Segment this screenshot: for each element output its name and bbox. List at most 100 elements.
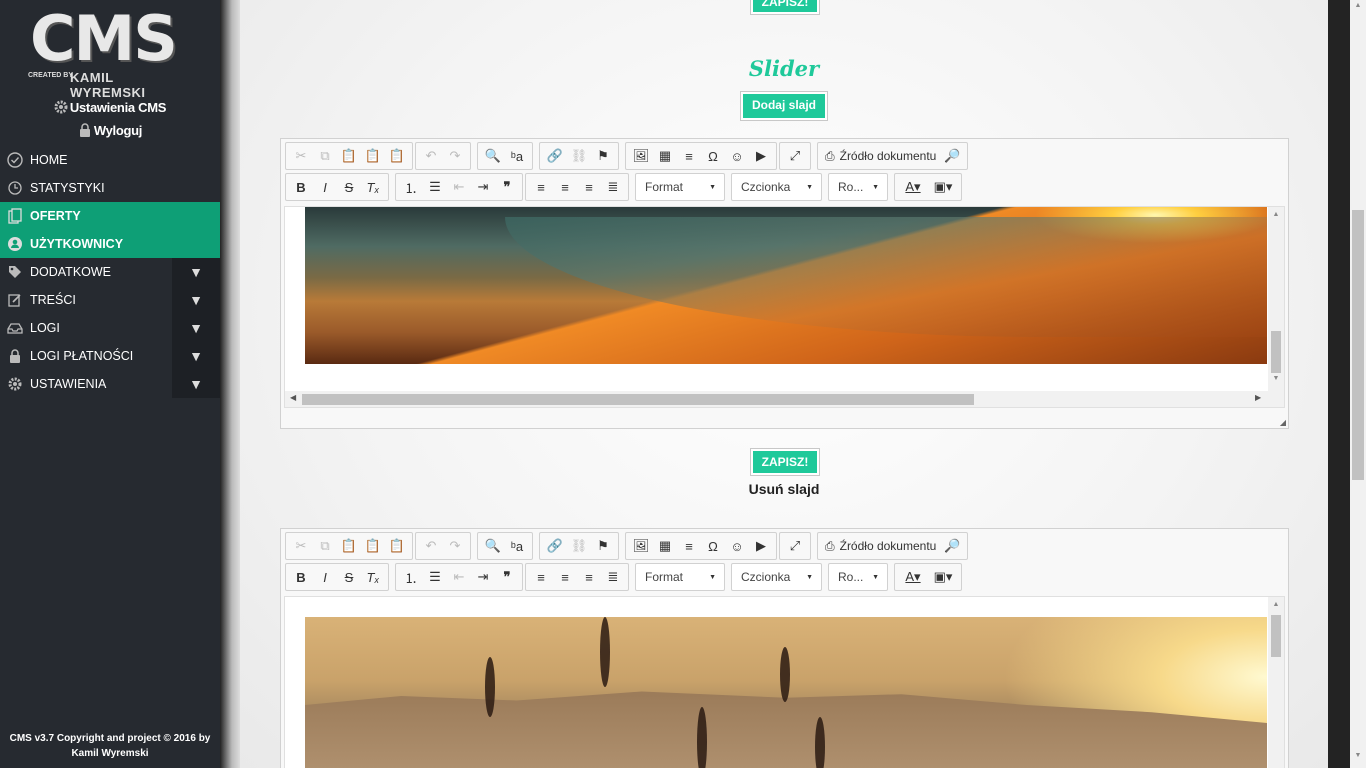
replace-icon[interactable]: ᵇa bbox=[505, 535, 529, 557]
unlink-icon[interactable]: ⛓ bbox=[567, 145, 591, 167]
chevron-down-icon[interactable]: ▼ bbox=[172, 314, 220, 342]
align-center-icon[interactable]: ≡ bbox=[553, 176, 577, 198]
numbered-list-icon[interactable]: ⒈ bbox=[399, 566, 423, 588]
cms-settings-link[interactable]: Ustawienia CMS bbox=[0, 100, 220, 115]
copy-icon[interactable]: ⧉ bbox=[313, 535, 337, 557]
bulleted-list-icon[interactable]: ☰ bbox=[423, 176, 447, 198]
menu-item-home[interactable]: HOME bbox=[0, 146, 220, 174]
editor-horizontal-scrollbar[interactable]: ◀ ▶ bbox=[285, 391, 1284, 407]
special-char-icon[interactable]: Ω bbox=[701, 535, 725, 557]
editor-vertical-scrollbar[interactable]: ▲ bbox=[1268, 597, 1284, 768]
replace-icon[interactable]: ᵇa bbox=[505, 145, 529, 167]
remove-slide-link[interactable]: Usuń slajd bbox=[240, 481, 1328, 497]
background-color-icon[interactable]: ▣▾ bbox=[928, 176, 958, 198]
editor-content-area[interactable]: ▲ bbox=[284, 596, 1285, 768]
resize-handle-icon[interactable]: ◢ bbox=[1280, 418, 1286, 427]
page-scrollbar[interactable]: ▲ ▼ bbox=[1350, 0, 1366, 768]
font-select[interactable]: Czcionka ▼ bbox=[731, 173, 822, 201]
scroll-thumb[interactable] bbox=[1271, 331, 1281, 373]
scroll-thumb[interactable] bbox=[1271, 615, 1281, 657]
align-right-icon[interactable]: ≡ bbox=[577, 176, 601, 198]
scroll-up-icon[interactable]: ▲ bbox=[1268, 601, 1284, 608]
link-icon[interactable]: 🔗 bbox=[543, 145, 567, 167]
italic-icon[interactable]: I bbox=[313, 566, 337, 588]
scroll-up-icon[interactable]: ▲ bbox=[1268, 211, 1284, 218]
blockquote-icon[interactable]: ❞ bbox=[495, 176, 519, 198]
align-right-icon[interactable]: ≡ bbox=[577, 566, 601, 588]
strike-icon[interactable]: S bbox=[337, 566, 361, 588]
cms-logo[interactable]: CMS CREATED BY KAMIL WYREMSKI bbox=[28, 2, 192, 100]
logout-link[interactable]: Wyloguj bbox=[0, 123, 220, 138]
redo-icon[interactable]: ↷ bbox=[443, 535, 467, 557]
size-select[interactable]: Ro... ▼ bbox=[828, 173, 888, 201]
source-button[interactable]: ⎙ Źródło dokumentu bbox=[821, 145, 940, 167]
menu-item-tresci[interactable]: TREŚCI ▼ bbox=[0, 286, 220, 314]
align-left-icon[interactable]: ≡ bbox=[529, 566, 553, 588]
format-select[interactable]: Format ▼ bbox=[635, 173, 725, 201]
table-icon[interactable]: ▦ bbox=[653, 145, 677, 167]
scroll-down-icon[interactable]: ▼ bbox=[1268, 375, 1284, 382]
menu-item-logi-platnosci[interactable]: LOGI PŁATNOŚCI ▼ bbox=[0, 342, 220, 370]
indent-icon[interactable]: ⇥ bbox=[471, 566, 495, 588]
bulleted-list-icon[interactable]: ☰ bbox=[423, 566, 447, 588]
outdent-icon[interactable]: ⇤ bbox=[447, 176, 471, 198]
search-icon[interactable]: 🔍 bbox=[481, 535, 505, 557]
remove-format-icon[interactable]: Tₓ bbox=[361, 566, 385, 588]
size-select[interactable]: Ro... ▼ bbox=[828, 563, 888, 591]
chevron-down-icon[interactable]: ▼ bbox=[172, 342, 220, 370]
chevron-down-icon[interactable]: ▼ bbox=[172, 370, 220, 398]
text-color-icon[interactable]: A▾ bbox=[898, 176, 928, 198]
smiley-icon[interactable]: ☺ bbox=[725, 535, 749, 557]
link-icon[interactable]: 🔗 bbox=[543, 535, 567, 557]
smiley-icon[interactable]: ☺ bbox=[725, 145, 749, 167]
youtube-icon[interactable]: ▶ bbox=[749, 145, 773, 167]
menu-item-dodatkowe[interactable]: DODATKOWE ▼ bbox=[0, 258, 220, 286]
chevron-down-icon[interactable]: ▼ bbox=[172, 286, 220, 314]
scroll-right-icon[interactable]: ▶ bbox=[1255, 393, 1261, 402]
cut-icon[interactable]: ✂ bbox=[289, 535, 313, 557]
anchor-icon[interactable]: ⚑ bbox=[591, 535, 615, 557]
redo-icon[interactable]: ↷ bbox=[443, 145, 467, 167]
paste-text-icon[interactable]: 📋 bbox=[361, 535, 385, 557]
numbered-list-icon[interactable]: ⒈ bbox=[399, 176, 423, 198]
paste-icon[interactable]: 📋 bbox=[337, 145, 361, 167]
scroll-thumb[interactable] bbox=[302, 394, 974, 405]
align-center-icon[interactable]: ≡ bbox=[553, 566, 577, 588]
menu-item-statystyki[interactable]: STATYSTYKI bbox=[0, 174, 220, 202]
copy-icon[interactable]: ⧉ bbox=[313, 145, 337, 167]
maximize-icon[interactable]: ⤢ bbox=[783, 535, 807, 557]
paste-text-icon[interactable]: 📋 bbox=[361, 145, 385, 167]
editor-vertical-scrollbar[interactable]: ▲ ▼ bbox=[1268, 207, 1284, 391]
search-icon[interactable]: 🔍 bbox=[481, 145, 505, 167]
bold-icon[interactable]: B bbox=[289, 566, 313, 588]
menu-item-ustawienia[interactable]: USTAWIENIA ▼ bbox=[0, 370, 220, 398]
table-icon[interactable]: ▦ bbox=[653, 535, 677, 557]
menu-item-uzytkownicy[interactable]: UŻYTKOWNICY bbox=[0, 230, 220, 258]
preview-icon[interactable]: 🔎 bbox=[940, 535, 964, 557]
scroll-up-icon[interactable]: ▲ bbox=[1350, 2, 1366, 16]
horizontal-line-icon[interactable]: ≡ bbox=[677, 145, 701, 167]
horizontal-line-icon[interactable]: ≡ bbox=[677, 535, 701, 557]
background-color-icon[interactable]: ▣▾ bbox=[928, 566, 958, 588]
font-select[interactable]: Czcionka ▼ bbox=[731, 563, 822, 591]
image-icon[interactable]: 🖼 bbox=[629, 145, 653, 167]
youtube-icon[interactable]: ▶ bbox=[749, 535, 773, 557]
outdent-icon[interactable]: ⇤ bbox=[447, 566, 471, 588]
unlink-icon[interactable]: ⛓ bbox=[567, 535, 591, 557]
chevron-down-icon[interactable]: ▼ bbox=[172, 258, 220, 286]
italic-icon[interactable]: I bbox=[313, 176, 337, 198]
undo-icon[interactable]: ↶ bbox=[419, 145, 443, 167]
preview-icon[interactable]: 🔎 bbox=[940, 145, 964, 167]
strike-icon[interactable]: S bbox=[337, 176, 361, 198]
scroll-thumb[interactable] bbox=[1352, 210, 1364, 480]
top-save-button[interactable]: ZAPISZ! bbox=[751, 0, 819, 14]
menu-item-oferty[interactable]: OFERTY bbox=[0, 202, 220, 230]
undo-icon[interactable]: ↶ bbox=[419, 535, 443, 557]
paste-word-icon[interactable]: 📋 bbox=[385, 535, 409, 557]
justify-icon[interactable]: ≣ bbox=[601, 566, 625, 588]
format-select[interactable]: Format ▼ bbox=[635, 563, 725, 591]
menu-item-logi[interactable]: LOGI ▼ bbox=[0, 314, 220, 342]
scroll-left-icon[interactable]: ◀ bbox=[290, 393, 296, 402]
paste-word-icon[interactable]: 📋 bbox=[385, 145, 409, 167]
add-slide-button[interactable]: Dodaj slajd bbox=[741, 92, 827, 120]
